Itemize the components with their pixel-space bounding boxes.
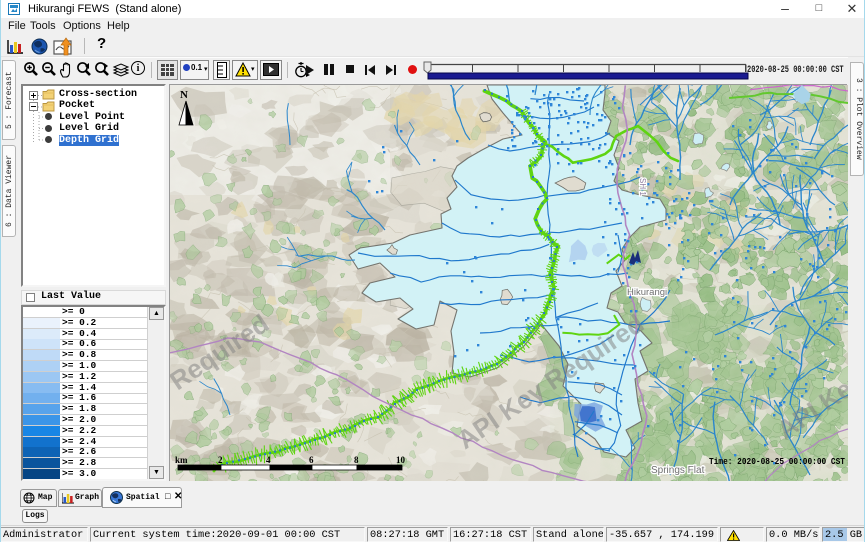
svg-text:2: 2 — [218, 455, 223, 465]
svg-text:8: 8 — [354, 455, 359, 465]
svg-text:4: 4 — [266, 455, 271, 465]
svg-text:Hikurangi: Hikurangi — [627, 287, 667, 298]
svg-text:km: km — [175, 455, 188, 465]
svg-text:6: 6 — [309, 455, 314, 465]
svg-text:SH 1: SH 1 — [638, 178, 647, 196]
svg-text:10: 10 — [396, 455, 406, 465]
svg-text:N: N — [180, 89, 188, 101]
svg-text:Time: 2020-08-25 00:00:00 CST: Time: 2020-08-25 00:00:00 CST — [709, 456, 845, 467]
svg-text:Springs Flat: Springs Flat — [651, 465, 705, 476]
